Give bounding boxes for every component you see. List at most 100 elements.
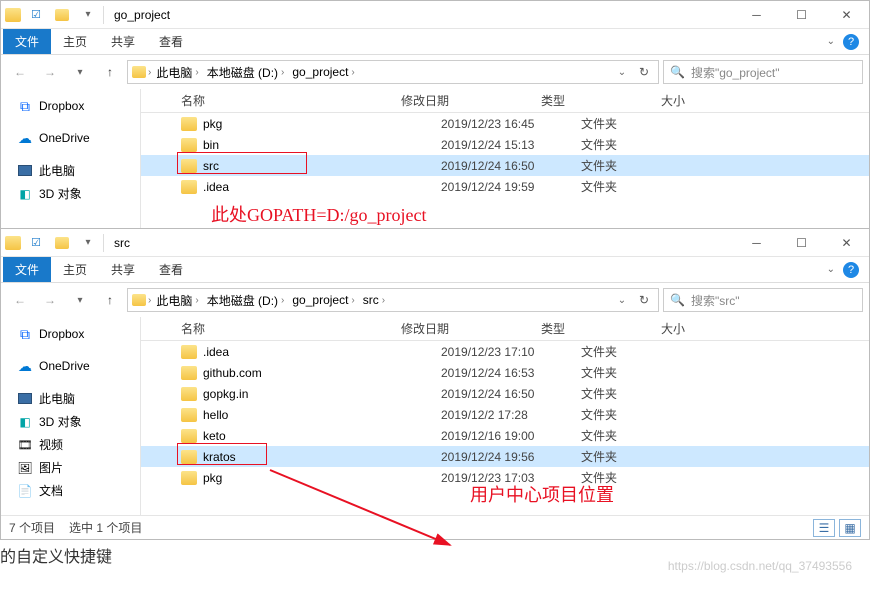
forward-button[interactable]: →: [37, 287, 63, 313]
obj3d-icon: ◧: [17, 414, 33, 430]
cell-date: 2019/12/23 17:10: [441, 345, 581, 359]
status-bar: 7 个项目 选中 1 个项目 ☰ ▦: [1, 515, 869, 539]
tab-file[interactable]: 文件: [3, 257, 51, 282]
tab-home[interactable]: 主页: [51, 257, 99, 282]
sidebar-item-3d[interactable]: ◧3D 对象: [1, 182, 140, 205]
col-date[interactable]: 修改日期: [401, 320, 541, 337]
folder-icon: [181, 408, 197, 422]
qat-new-folder[interactable]: [51, 4, 73, 26]
search-icon: 🔍: [670, 293, 685, 307]
col-size[interactable]: 大小: [661, 320, 741, 337]
view-details-button[interactable]: ☰: [813, 519, 835, 537]
cell-name: .idea: [203, 345, 441, 359]
table-row[interactable]: keto2019/12/16 19:00文件夹: [141, 425, 869, 446]
pc-icon: [17, 163, 33, 179]
cell-name: pkg: [203, 117, 441, 131]
cell-name: gopkg.in: [203, 387, 441, 401]
search-input[interactable]: 🔍 搜索"src": [663, 288, 863, 312]
table-row[interactable]: .idea2019/12/24 19:59文件夹: [141, 176, 869, 197]
col-type[interactable]: 类型: [541, 92, 661, 109]
search-input[interactable]: 🔍 搜索"go_project": [663, 60, 863, 84]
up-button[interactable]: ↑: [97, 59, 123, 85]
col-name[interactable]: 名称: [141, 92, 401, 109]
sidebar-item-dropbox[interactable]: ⧉Dropbox: [1, 95, 140, 117]
tab-view[interactable]: 查看: [147, 257, 195, 282]
tab-share[interactable]: 共享: [99, 29, 147, 54]
table-row[interactable]: src2019/12/24 16:50文件夹: [141, 155, 869, 176]
qat-customize[interactable]: ▾: [77, 4, 99, 26]
col-type[interactable]: 类型: [541, 320, 661, 337]
tab-view[interactable]: 查看: [147, 29, 195, 54]
crumb-disk[interactable]: 本地磁盘 (D:)›: [204, 62, 288, 83]
sidebar-item-pictures[interactable]: 🖼图片: [1, 456, 140, 479]
col-date[interactable]: 修改日期: [401, 92, 541, 109]
addr-dropdown[interactable]: ⌄: [612, 62, 632, 82]
close-button[interactable]: ✕: [824, 1, 869, 29]
qat-props[interactable]: ☑: [25, 4, 47, 26]
sidebar: ⧉Dropbox ☁OneDrive 此电脑 ◧3D 对象 🎞视频 🖼图片 📄文…: [1, 317, 141, 515]
ribbon-collapse[interactable]: ⌄: [827, 264, 835, 275]
list-header[interactable]: 名称 修改日期 类型 大小: [141, 89, 869, 113]
maximize-button[interactable]: ☐: [779, 229, 824, 257]
tab-file[interactable]: 文件: [3, 29, 51, 54]
crumb-thispc[interactable]: 此电脑›: [153, 62, 201, 83]
table-row[interactable]: bin2019/12/24 15:13文件夹: [141, 134, 869, 155]
help-icon[interactable]: ?: [843, 262, 859, 278]
qat-new-folder[interactable]: [51, 232, 73, 254]
addr-dropdown[interactable]: ⌄: [612, 290, 632, 310]
sidebar-item-3d[interactable]: ◧3D 对象: [1, 410, 140, 433]
titlebar: ☑ ▾ go_project ─ ☐ ✕: [1, 1, 869, 29]
up-button[interactable]: ↑: [97, 287, 123, 313]
cell-date: 2019/12/24 16:50: [441, 159, 581, 173]
back-button[interactable]: ←: [7, 287, 33, 313]
crumb-src[interactable]: src›: [360, 291, 388, 309]
tab-home[interactable]: 主页: [51, 29, 99, 54]
crumb-go-project[interactable]: go_project›: [289, 63, 357, 81]
sidebar-item-thispc[interactable]: 此电脑: [1, 159, 140, 182]
qat-customize[interactable]: ▾: [77, 232, 99, 254]
window-title: src: [114, 236, 130, 250]
tab-share[interactable]: 共享: [99, 257, 147, 282]
list-header[interactable]: 名称 修改日期 类型 大小: [141, 317, 869, 341]
sidebar-item-onedrive[interactable]: ☁OneDrive: [1, 127, 140, 149]
qat-props[interactable]: ☑: [25, 232, 47, 254]
sidebar-item-thispc[interactable]: 此电脑: [1, 387, 140, 410]
pictures-icon: 🖼: [17, 460, 33, 476]
refresh-icon[interactable]: ↻: [634, 62, 654, 82]
history-button[interactable]: ▾: [67, 287, 93, 313]
col-size[interactable]: 大小: [661, 92, 741, 109]
table-row[interactable]: pkg2019/12/23 17:03文件夹: [141, 467, 869, 488]
crumb-go-project[interactable]: go_project›: [289, 291, 357, 309]
table-row[interactable]: hello2019/12/2 17:28文件夹: [141, 404, 869, 425]
col-name[interactable]: 名称: [141, 320, 401, 337]
history-button[interactable]: ▾: [67, 59, 93, 85]
folder-icon: [181, 117, 197, 131]
folder-icon: [181, 471, 197, 485]
view-icons-button[interactable]: ▦: [839, 519, 861, 537]
table-row[interactable]: github.com2019/12/24 16:53文件夹: [141, 362, 869, 383]
sidebar-item-dropbox[interactable]: ⧉Dropbox: [1, 323, 140, 345]
refresh-icon[interactable]: ↻: [634, 290, 654, 310]
maximize-button[interactable]: ☐: [779, 1, 824, 29]
cell-date: 2019/12/23 17:03: [441, 471, 581, 485]
minimize-button[interactable]: ─: [734, 1, 779, 29]
address-bar[interactable]: › 此电脑› 本地磁盘 (D:)› go_project› src› ⌄ ↻: [127, 288, 659, 312]
ribbon-collapse[interactable]: ⌄: [827, 36, 835, 47]
cell-date: 2019/12/16 19:00: [441, 429, 581, 443]
table-row[interactable]: .idea2019/12/23 17:10文件夹: [141, 341, 869, 362]
sidebar-item-video[interactable]: 🎞视频: [1, 433, 140, 456]
explorer-window-src: ☑ ▾ src ─ ☐ ✕ 文件 主页 共享 查看 ⌄ ? ← → ▾ ↑ › …: [0, 228, 870, 540]
sidebar-item-documents[interactable]: 📄文档: [1, 479, 140, 502]
address-bar[interactable]: › 此电脑› 本地磁盘 (D:)› go_project› ⌄ ↻: [127, 60, 659, 84]
minimize-button[interactable]: ─: [734, 229, 779, 257]
table-row[interactable]: gopkg.in2019/12/24 16:50文件夹: [141, 383, 869, 404]
table-row[interactable]: kratos2019/12/24 19:56文件夹: [141, 446, 869, 467]
help-icon[interactable]: ?: [843, 34, 859, 50]
table-row[interactable]: pkg2019/12/23 16:45文件夹: [141, 113, 869, 134]
back-button[interactable]: ←: [7, 59, 33, 85]
forward-button[interactable]: →: [37, 59, 63, 85]
crumb-thispc[interactable]: 此电脑›: [153, 290, 201, 311]
sidebar-item-onedrive[interactable]: ☁OneDrive: [1, 355, 140, 377]
crumb-disk[interactable]: 本地磁盘 (D:)›: [204, 290, 288, 311]
close-button[interactable]: ✕: [824, 229, 869, 257]
